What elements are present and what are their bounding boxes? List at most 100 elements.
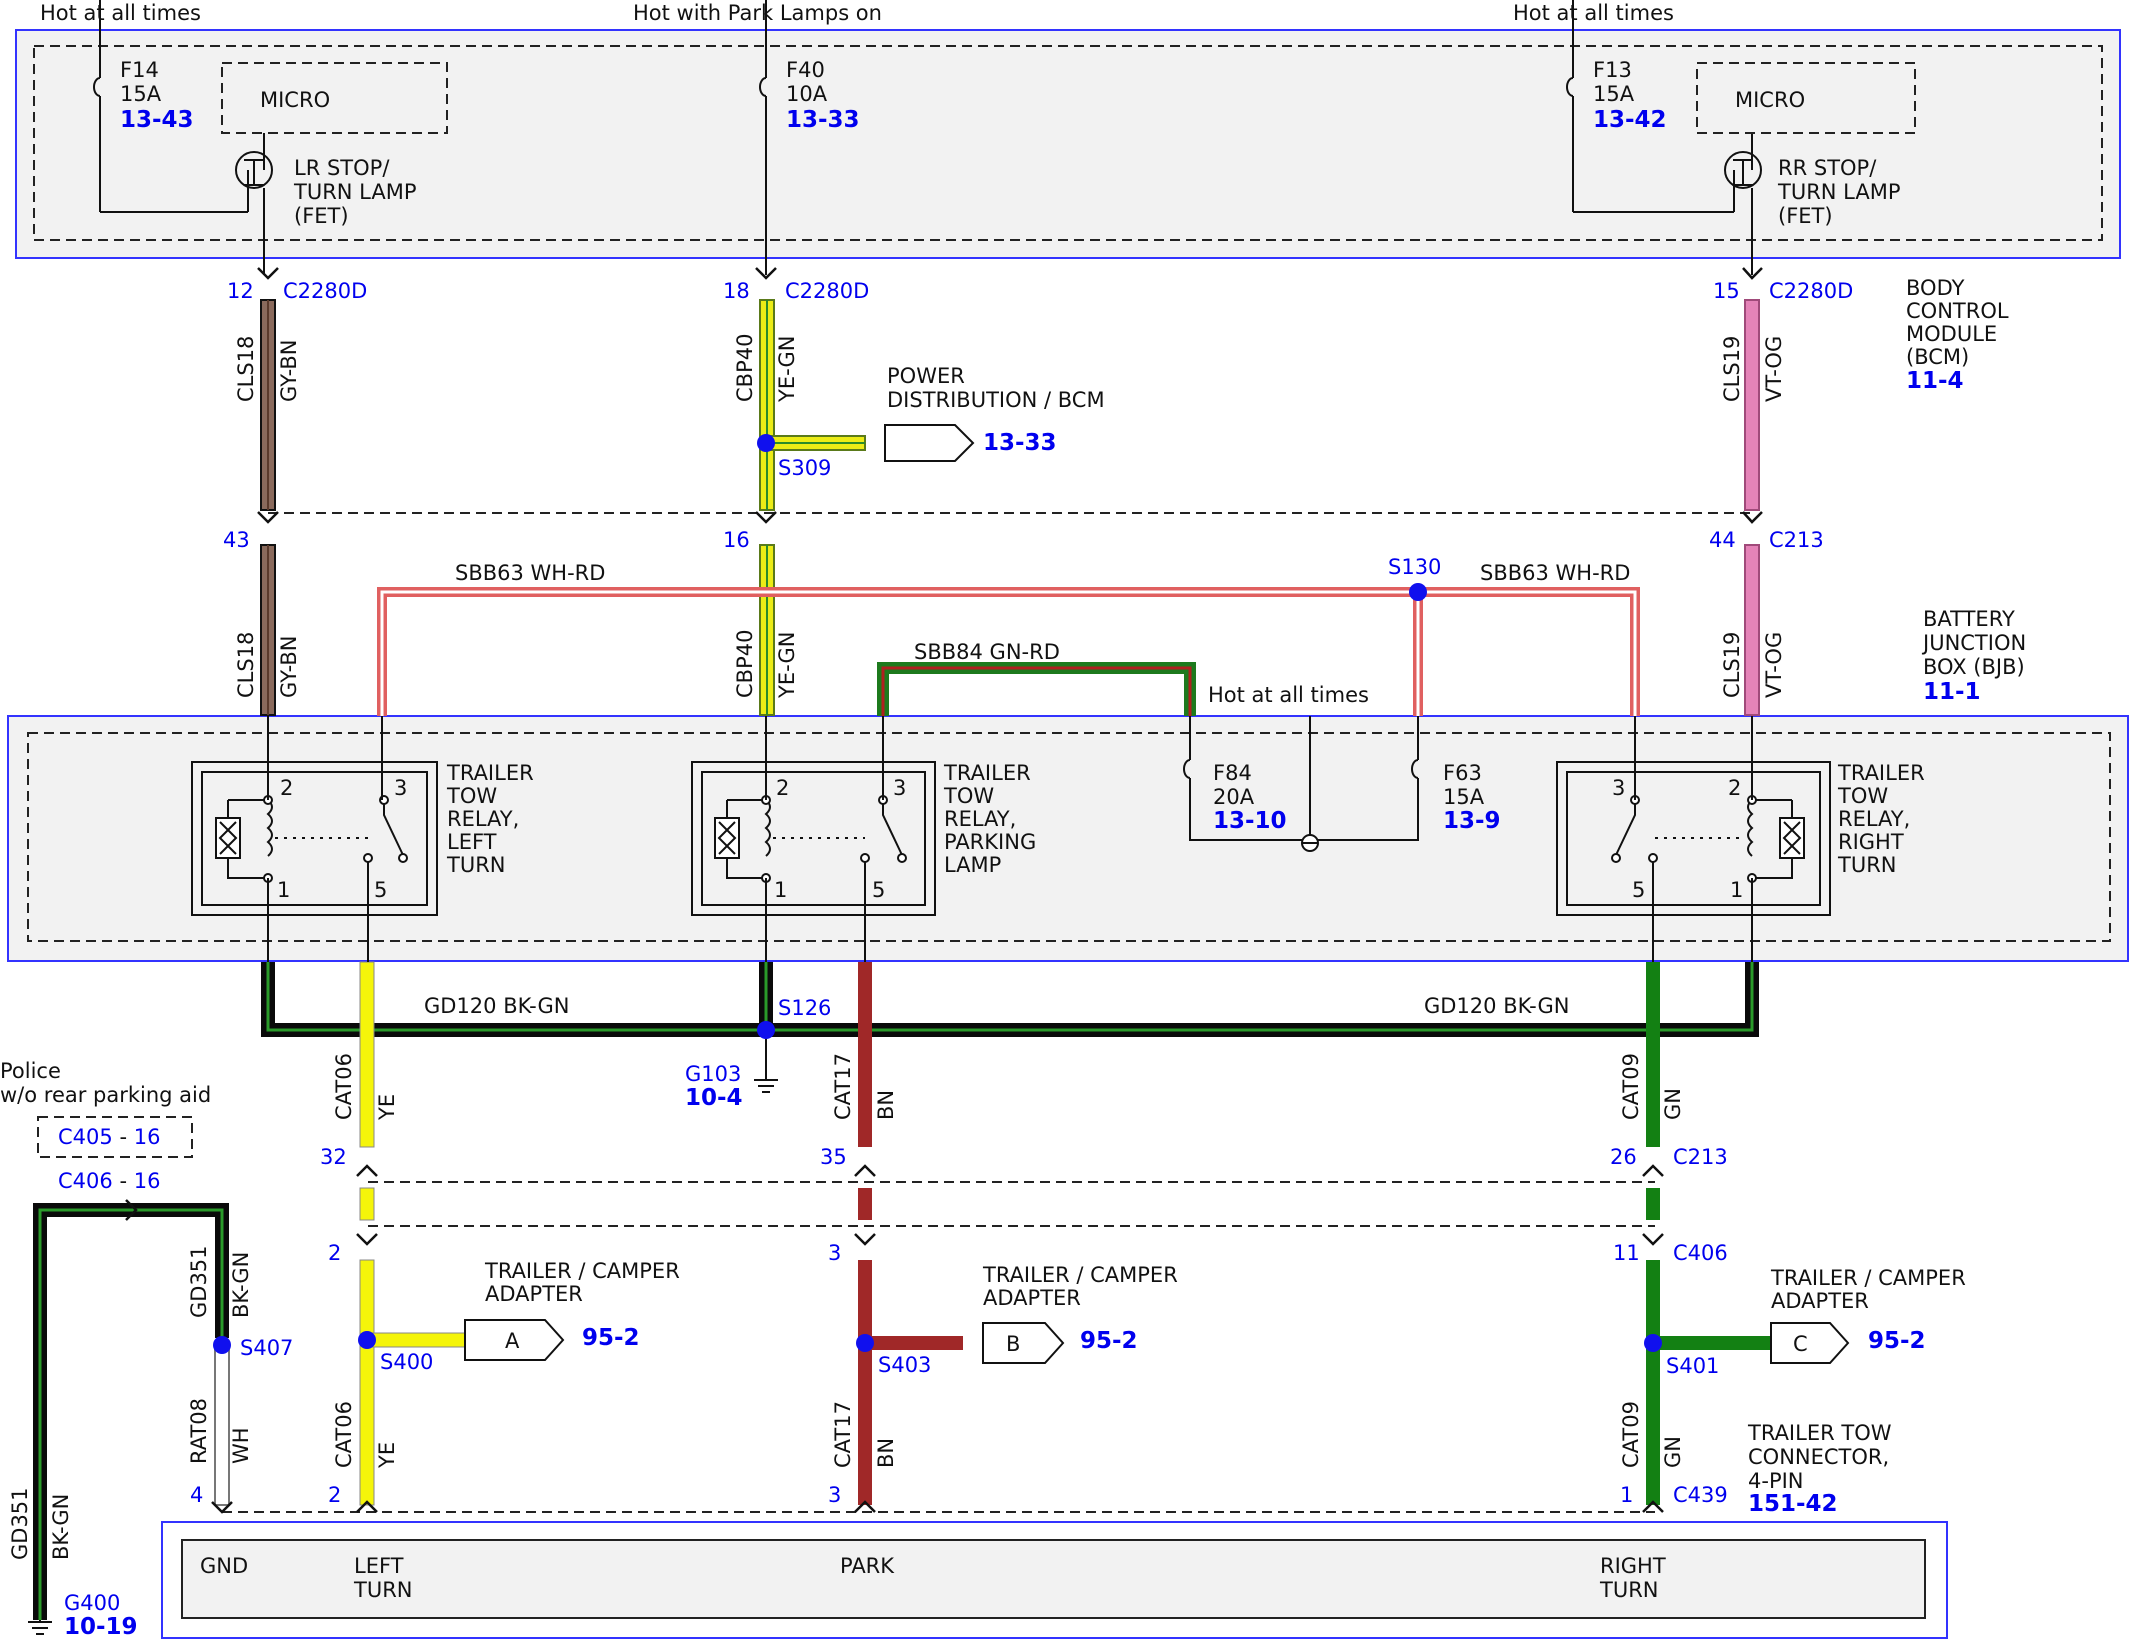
fuse-f13-ref[interactable]: 13-42 — [1593, 107, 1667, 133]
adapter-c-arrow[interactable] — [1770, 1322, 1850, 1364]
sbb63-right-label: SBB63 WH-RD — [1480, 561, 1630, 585]
fuse-f84-name: F84 — [1213, 761, 1252, 785]
pin-m35: 35 — [820, 1145, 847, 1169]
bcm-name-line4: (BCM) — [1906, 345, 1969, 369]
g103-ref[interactable]: 10-4 — [685, 1085, 743, 1111]
adapter-a-line2: ADAPTER — [485, 1282, 583, 1306]
relay-left-line2: TOW — [446, 784, 497, 808]
bjb-ref[interactable]: 11-1 — [1923, 679, 1981, 705]
cbp40-upper-color: YE-GN — [775, 336, 799, 403]
bcm-ref[interactable]: 11-4 — [1906, 368, 1964, 394]
adapter-b-ref[interactable]: 95-2 — [1080, 1328, 1138, 1354]
connector-4pin-line2: CONNECTOR, — [1748, 1445, 1889, 1469]
power-dist-line1: POWER — [887, 364, 965, 388]
feed-right-label: Hot at all times — [1513, 1, 1674, 25]
adapter-c-ref[interactable]: 95-2 — [1868, 1328, 1926, 1354]
cls19-upper-circuit: CLS19 — [1720, 336, 1744, 402]
bjb-name-line3: BOX (BJB) — [1923, 655, 2025, 679]
fuse-f63-ref[interactable]: 13-9 — [1443, 808, 1501, 834]
adapter-c-letter: C — [1793, 1332, 1808, 1356]
splice-s400: S400 — [380, 1350, 433, 1374]
fuse-f14-rating: 15A — [120, 82, 162, 106]
pin-l2b: 2 — [328, 1483, 341, 1507]
fuse-f14-ref[interactable]: 13-43 — [120, 107, 194, 133]
adapter-a-ref[interactable]: 95-2 — [582, 1325, 640, 1351]
cls19-lower-color: VT-OG — [1762, 632, 1786, 698]
relay-right-line5: TURN — [1837, 853, 1897, 877]
fet-left-line2: TURN LAMP — [293, 180, 417, 204]
relay-mid-line2: TOW — [943, 784, 994, 808]
bcm-name-line2: CONTROL — [1906, 299, 2009, 323]
bcm-name-line3: MODULE — [1906, 322, 1997, 346]
relay-right-pin-b: 2 — [1728, 776, 1741, 800]
adapter-c-line2: ADAPTER — [1771, 1289, 1869, 1313]
relay-mid-pin-b: 3 — [893, 776, 906, 800]
cat17-upper-circuit: CAT17 — [831, 1053, 855, 1120]
connector-4pin-line1: TRAILER TOW — [1747, 1421, 1892, 1445]
c406-left-pin: 16 — [134, 1169, 161, 1193]
terminal-right-line2: TURN — [1599, 1578, 1659, 1602]
power-distribution-arrow[interactable] — [884, 424, 975, 462]
relay-left-line5: TURN — [446, 853, 506, 877]
connector-4pin-line3: 4-PIN — [1748, 1469, 1804, 1493]
cat06-upper-color: YE — [375, 1094, 399, 1121]
c405-pin: 16 — [134, 1125, 161, 1149]
fuse-f13-rating: 15A — [1593, 82, 1635, 106]
pin-l2a: 2 — [328, 1241, 341, 1265]
terminal-gnd: GND — [200, 1554, 248, 1578]
c406-label: C406 — [1673, 1241, 1728, 1265]
relay-left-pin-d: 5 — [374, 878, 387, 902]
adapter-a-letter: A — [505, 1329, 520, 1353]
fuse-f40-rating: 10A — [786, 82, 828, 106]
c439-label: C439 — [1673, 1483, 1728, 1507]
relay-mid-line5: LAMP — [944, 853, 1001, 877]
relay-right-line3: RELAY, — [1838, 807, 1910, 831]
fuse-f63-rating: 15A — [1443, 785, 1485, 809]
g400-ref[interactable]: 10-19 — [64, 1614, 138, 1639]
sbb63-left-label: SBB63 WH-RD — [455, 561, 605, 585]
pin-m3b: 3 — [828, 1483, 841, 1507]
adapter-c-line1: TRAILER / CAMPER — [1770, 1266, 1966, 1290]
fuse-f40-ref[interactable]: 13-33 — [786, 107, 860, 133]
trailer-connector-module — [161, 1521, 1948, 1639]
cls18-lower-color: GY-BN — [277, 635, 301, 698]
terminal-left-line1: LEFT — [354, 1554, 404, 1578]
splice-s407: S407 — [240, 1336, 293, 1360]
connector-4pin-ref[interactable]: 151-42 — [1748, 1491, 1838, 1517]
svg-text:C406 - 16: C406 - 16 — [58, 1169, 160, 1193]
police-note-line2: w/o rear parking aid — [0, 1083, 211, 1107]
feed-left-label: Hot at all times — [40, 1, 201, 25]
power-dist-ref[interactable]: 13-33 — [983, 430, 1057, 456]
svg-text:C405 - 16: C405 - 16 — [58, 1125, 160, 1149]
cat09-lower-color: GN — [1661, 1436, 1685, 1468]
gd120-right-label: GD120 BK-GN — [1424, 994, 1570, 1018]
gd351-lower-color: BK-GN — [49, 1494, 73, 1560]
fuse-f14-name: F14 — [120, 58, 159, 82]
cls18-lower-circuit: CLS18 — [234, 632, 258, 698]
cbp40-lower-color: YE-GN — [775, 632, 799, 699]
gd351-upper-color: BK-GN — [229, 1252, 253, 1318]
fuse-f84-ref[interactable]: 13-10 — [1213, 808, 1287, 834]
pin-r44: 44 — [1709, 528, 1736, 552]
adapter-b-arrow[interactable] — [982, 1322, 1065, 1364]
splice-s309: S309 — [778, 456, 831, 480]
cat06-lower-color: YE — [375, 1442, 399, 1469]
terminal-park: PARK — [840, 1554, 895, 1578]
wiring-diagram: Hot at all times Hot with Park Lamps on … — [0, 0, 2129, 1639]
pin-r1: 1 — [1620, 1483, 1633, 1507]
wire-rat08 — [214, 1344, 230, 1506]
power-dist-line2: DISTRIBUTION / BCM — [887, 388, 1105, 412]
relay-left-line4: LEFT — [447, 830, 497, 854]
cat17-upper-color: BN — [874, 1090, 898, 1120]
cat09-upper-circuit: CAT09 — [1619, 1053, 1643, 1120]
cls18-upper-color: GY-BN — [277, 339, 301, 402]
micro-right-label: MICRO — [1735, 88, 1805, 112]
fuse-f84-rating: 20A — [1213, 785, 1255, 809]
cat17-lower-color: BN — [874, 1438, 898, 1468]
relay-left-pin-a: 2 — [280, 776, 293, 800]
relay-mid-line3: RELAY, — [944, 807, 1016, 831]
bjb-module — [7, 715, 2129, 962]
sbb84-label: SBB84 GN-RD — [914, 640, 1060, 664]
g103-ground-icon — [754, 1032, 778, 1093]
terminal-right-line1: RIGHT — [1600, 1554, 1666, 1578]
